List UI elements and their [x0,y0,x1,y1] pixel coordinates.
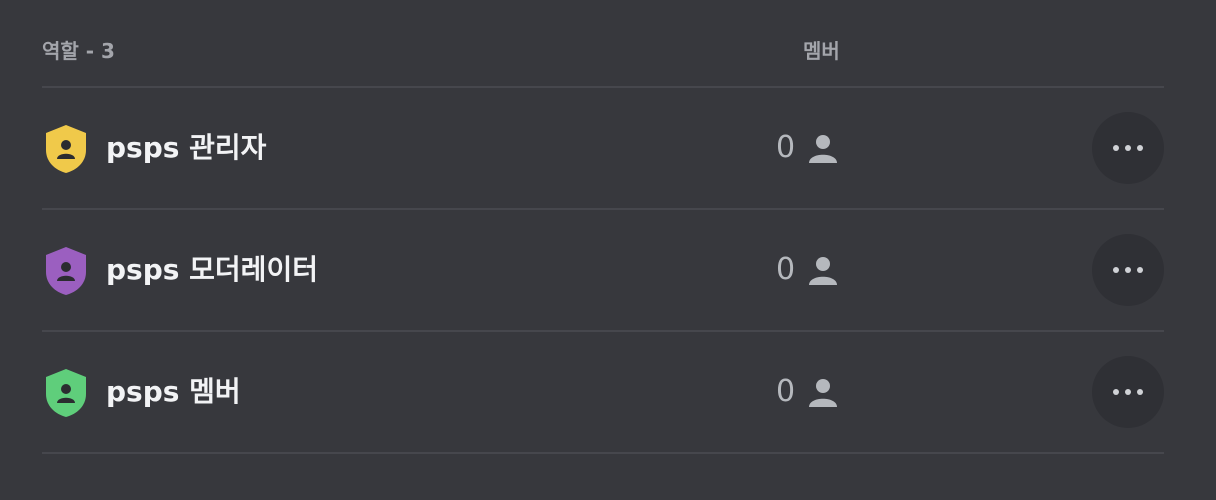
role-more-button[interactable] [1092,356,1164,428]
role-more-button[interactable] [1092,112,1164,184]
more-dot [1137,267,1143,273]
divider [42,452,1164,454]
role-name: psps 멤버 [106,375,241,408]
person-icon [809,379,837,407]
member-count: 0 [776,374,796,409]
role-name: psps 관리자 [106,131,267,164]
members-column-header: 멤버 [803,39,840,63]
role-more-button[interactable] [1092,234,1164,306]
more-dot [1125,145,1131,151]
roles-count-header: 역할 - 3 [42,39,115,63]
more-dot [1137,145,1143,151]
more-dot [1125,389,1131,395]
more-dot [1125,267,1131,273]
role-row-2[interactable]: psps 멤버 0 [42,332,1164,452]
roles-table-header: 역할 - 3 멤버 [42,36,1164,66]
more-horizontal-icon [1113,267,1119,273]
person-icon [809,135,837,163]
more-dot [1137,389,1143,395]
person-icon [809,257,837,285]
roles-panel: 역할 - 3 멤버 psps 관리자 0 psps 모더레이터 0 psps 멤… [0,0,1216,500]
role-row-0[interactable]: psps 관리자 0 [42,88,1164,208]
role-shield-icon [46,247,86,295]
member-count: 0 [776,252,796,287]
role-shield-icon [46,369,86,417]
role-name: psps 모더레이터 [106,253,318,286]
more-horizontal-icon [1113,145,1119,151]
more-horizontal-icon [1113,389,1119,395]
member-count: 0 [776,130,796,165]
role-row-1[interactable]: psps 모더레이터 0 [42,210,1164,330]
role-shield-icon [46,125,86,173]
